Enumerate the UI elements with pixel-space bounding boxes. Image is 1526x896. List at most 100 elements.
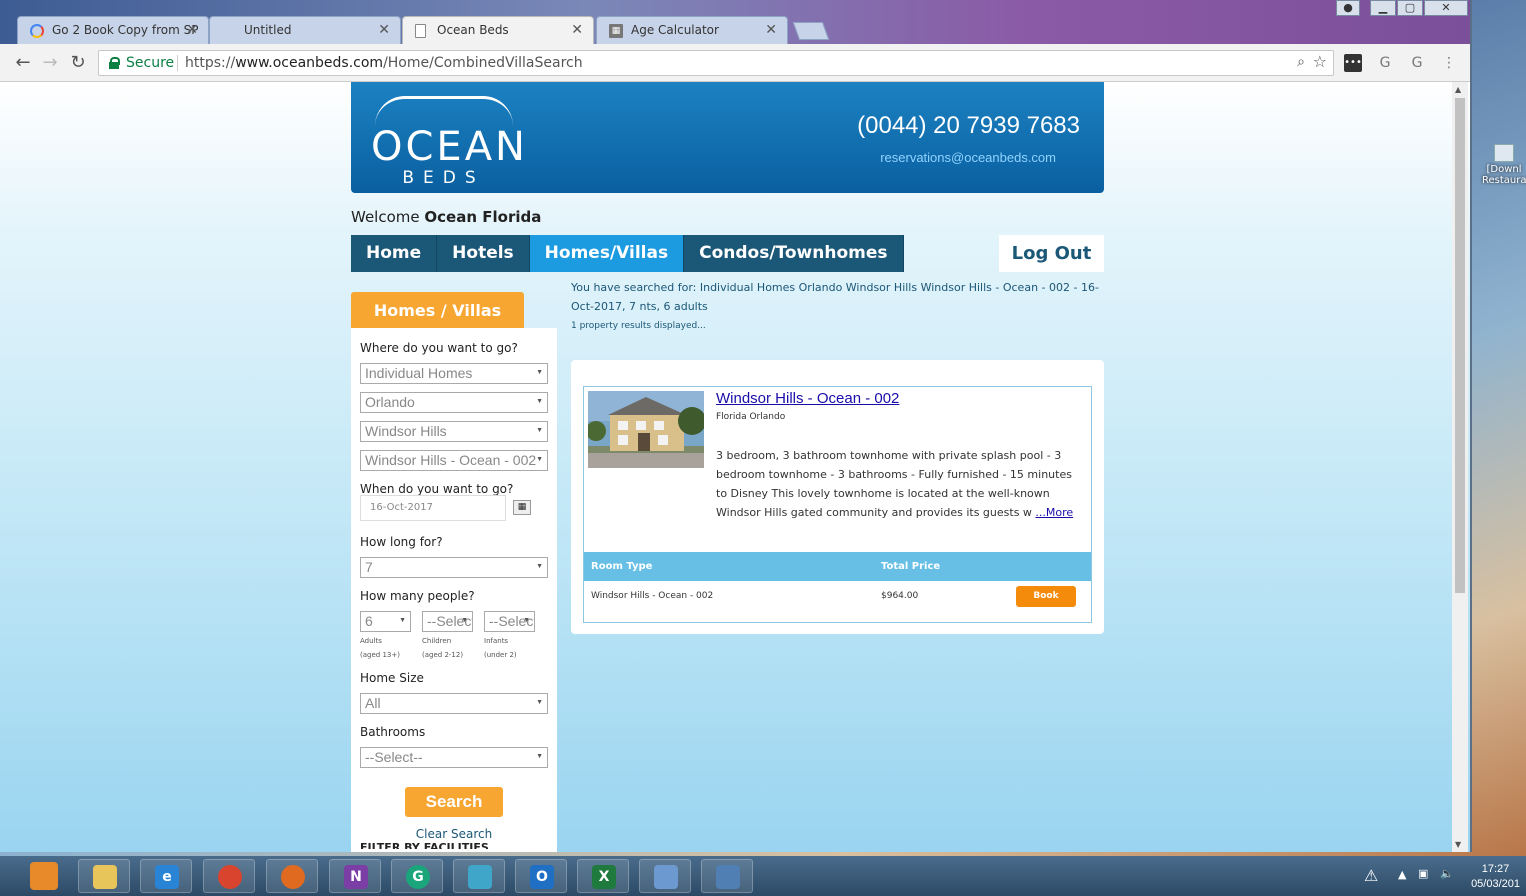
bookmark-star-icon[interactable]: ☆ <box>1313 52 1327 71</box>
back-arrow-icon[interactable]: ← <box>12 52 34 74</box>
close-icon[interactable]: ✕ <box>186 22 198 38</box>
browser-toolbar: ← → ↻ Secure https://www.oceanbeds.com/H… <box>0 44 1470 82</box>
tab-untitled[interactable]: Untitled ✕ <box>209 16 401 44</box>
system-clock[interactable]: 17:27 05/03/201 <box>1471 862 1520 892</box>
when-label: When do you want to go? <box>360 482 514 496</box>
taskbar-internet-explorer[interactable]: e <box>140 859 192 893</box>
taskbar-chrome[interactable] <box>203 859 255 893</box>
dropdown-arrow-icon: ▼ <box>536 427 543 434</box>
taskbar-onenote[interactable]: N <box>329 859 381 893</box>
close-window-button[interactable]: ✕ <box>1424 0 1468 16</box>
reload-icon[interactable]: ↻ <box>67 52 89 74</box>
dropdown-arrow-icon: ▼ <box>399 617 406 624</box>
show-hidden-icons[interactable]: ▲ <box>1398 868 1406 881</box>
clear-search-link[interactable]: Clear Search <box>351 827 557 841</box>
howlong-label: How long for? <box>360 535 443 549</box>
homesize-select[interactable]: All ▼ <box>360 693 548 714</box>
book-button[interactable]: Book <box>1016 586 1076 607</box>
outlook-icon: O <box>530 865 554 889</box>
property-title-link[interactable]: Windsor Hills - Ocean - 002 <box>716 390 899 407</box>
taskbar-excel[interactable]: X <box>577 859 629 893</box>
url-path: /Home/CombinedVillaSearch <box>383 55 583 71</box>
area-select[interactable]: Windsor Hills ▼ <box>360 421 548 442</box>
nights-select[interactable]: 7 ▼ <box>360 557 548 578</box>
close-icon[interactable]: ✕ <box>571 22 583 38</box>
property-type-select[interactable]: Individual Homes ▼ <box>360 363 548 384</box>
taskbar-remote-desktop[interactable] <box>701 859 753 893</box>
nav-hotels[interactable]: Hotels <box>437 235 530 272</box>
select-value: Windsor Hills - Ocean - 002 <box>365 452 537 468</box>
taskbar-file-explorer[interactable] <box>78 859 130 893</box>
browser-window: Go 2 Book Copy from SP ✕ Untitled ✕ Ocea… <box>0 0 1472 852</box>
taskbar-photo-viewer[interactable] <box>639 859 691 893</box>
where-label: Where do you want to go? <box>360 341 518 355</box>
grammarly-extension-icon-2[interactable]: G <box>1408 54 1426 72</box>
address-bar[interactable]: Secure https://www.oceanbeds.com/Home/Co… <box>98 50 1334 76</box>
document-icon <box>415 24 426 38</box>
vertical-scrollbar[interactable]: ▲ ▼ <box>1452 82 1468 852</box>
property-description-text: 3 bedroom, 3 bathroom townhome with priv… <box>716 449 1072 519</box>
notification-icon[interactable]: ⚠ <box>1364 866 1378 885</box>
minimize-button[interactable]: ▁ <box>1370 0 1396 16</box>
nav-homes-villas[interactable]: Homes/Villas <box>529 235 685 272</box>
menu-kebab-icon[interactable]: ⋮ <box>1440 54 1458 72</box>
dropdown-arrow-icon: ▼ <box>461 617 468 624</box>
search-summary: You have searched for: Individual Homes … <box>571 281 1099 313</box>
bathrooms-select[interactable]: --Select-- ▼ <box>360 747 548 768</box>
search-button[interactable]: Search <box>405 787 503 817</box>
taskbar-app[interactable] <box>453 859 505 893</box>
children-select[interactable]: --Select--▼ <box>422 611 473 632</box>
ocean-beds-logo[interactable]: OCEAN BEDS <box>371 94 525 188</box>
close-icon[interactable]: ✕ <box>765 22 777 38</box>
taskbar-outlook[interactable]: O <box>515 859 567 893</box>
tab-age-calculator[interactable]: ▦ Age Calculator ✕ <box>596 16 788 44</box>
network-icon[interactable]: ▣ <box>1418 867 1428 880</box>
tab-ocean-beds[interactable]: Ocean Beds ✕ <box>402 16 594 45</box>
zoom-icon[interactable]: ⌕ <box>1297 54 1305 70</box>
volume-icon[interactable]: 🔈 <box>1440 867 1454 880</box>
media-player-icon[interactable] <box>30 862 58 890</box>
nav-home[interactable]: Home <box>351 235 438 272</box>
url-text[interactable]: https://www.oceanbeds.com/Home/CombinedV… <box>185 55 583 71</box>
calendar-icon[interactable]: ▦ <box>513 500 531 515</box>
search-sidebar: Where do you want to go? Individual Home… <box>351 328 557 852</box>
maximize-button[interactable]: ▢ <box>1397 0 1423 16</box>
more-link[interactable]: ...More <box>1035 506 1073 519</box>
grammarly-extension-icon[interactable]: G <box>1376 54 1394 72</box>
grammarly-icon: G <box>406 865 430 889</box>
welcome-name: Ocean Florida <box>424 208 542 226</box>
date-input[interactable]: 16-Oct-2017 <box>360 495 506 521</box>
property-thumbnail[interactable] <box>588 391 704 468</box>
rooms-table-header: Room Type Total Price <box>584 552 1091 581</box>
infants-select[interactable]: --Select--▼ <box>484 611 535 632</box>
infants-caption-sub: (under 2) <box>484 651 517 659</box>
adults-caption-label: Adults <box>360 637 382 645</box>
tab-label: Untitled <box>244 23 292 37</box>
property-select[interactable]: Windsor Hills - Ocean - 002 ▼ <box>360 450 548 471</box>
taskbar-grammarly[interactable]: G <box>391 859 443 893</box>
close-icon[interactable]: ✕ <box>378 22 390 38</box>
email-link[interactable]: reservations@oceanbeds.com <box>880 150 1056 165</box>
calculator-icon: ▦ <box>609 24 623 38</box>
extension-icon[interactable]: ••• <box>1344 54 1362 72</box>
main-nav: Home Hotels Homes/Villas Condos/Townhome… <box>351 235 904 272</box>
col-room-type: Room Type <box>591 561 653 572</box>
new-tab-button[interactable] <box>792 22 830 40</box>
select-value: All <box>365 695 381 711</box>
room-type-cell: Windsor Hills - Ocean - 002 <box>591 591 714 601</box>
user-profile-icon[interactable]: ● <box>1336 0 1360 16</box>
logo-text-bottom: BEDS <box>402 168 485 188</box>
scrollbar-thumb[interactable] <box>1455 98 1465 593</box>
children-caption-sub: (aged 2-12) <box>422 651 464 659</box>
desktop-shortcut[interactable]: [Downl Restaura <box>1482 140 1526 186</box>
forward-arrow-icon[interactable]: → <box>39 52 61 74</box>
nav-condos-townhomes[interactable]: Condos/Townhomes <box>684 235 904 272</box>
tab-go2book[interactable]: Go 2 Book Copy from SP ✕ <box>17 16 209 44</box>
scroll-up-icon[interactable]: ▲ <box>1455 85 1461 94</box>
logout-button[interactable]: Log Out <box>999 235 1104 272</box>
city-select[interactable]: Orlando ▼ <box>360 392 548 413</box>
adults-select[interactable]: 6 ▼ <box>360 611 411 632</box>
google-drive-icon <box>30 24 44 38</box>
taskbar-firefox[interactable] <box>266 859 318 893</box>
scroll-down-icon[interactable]: ▼ <box>1455 840 1461 849</box>
